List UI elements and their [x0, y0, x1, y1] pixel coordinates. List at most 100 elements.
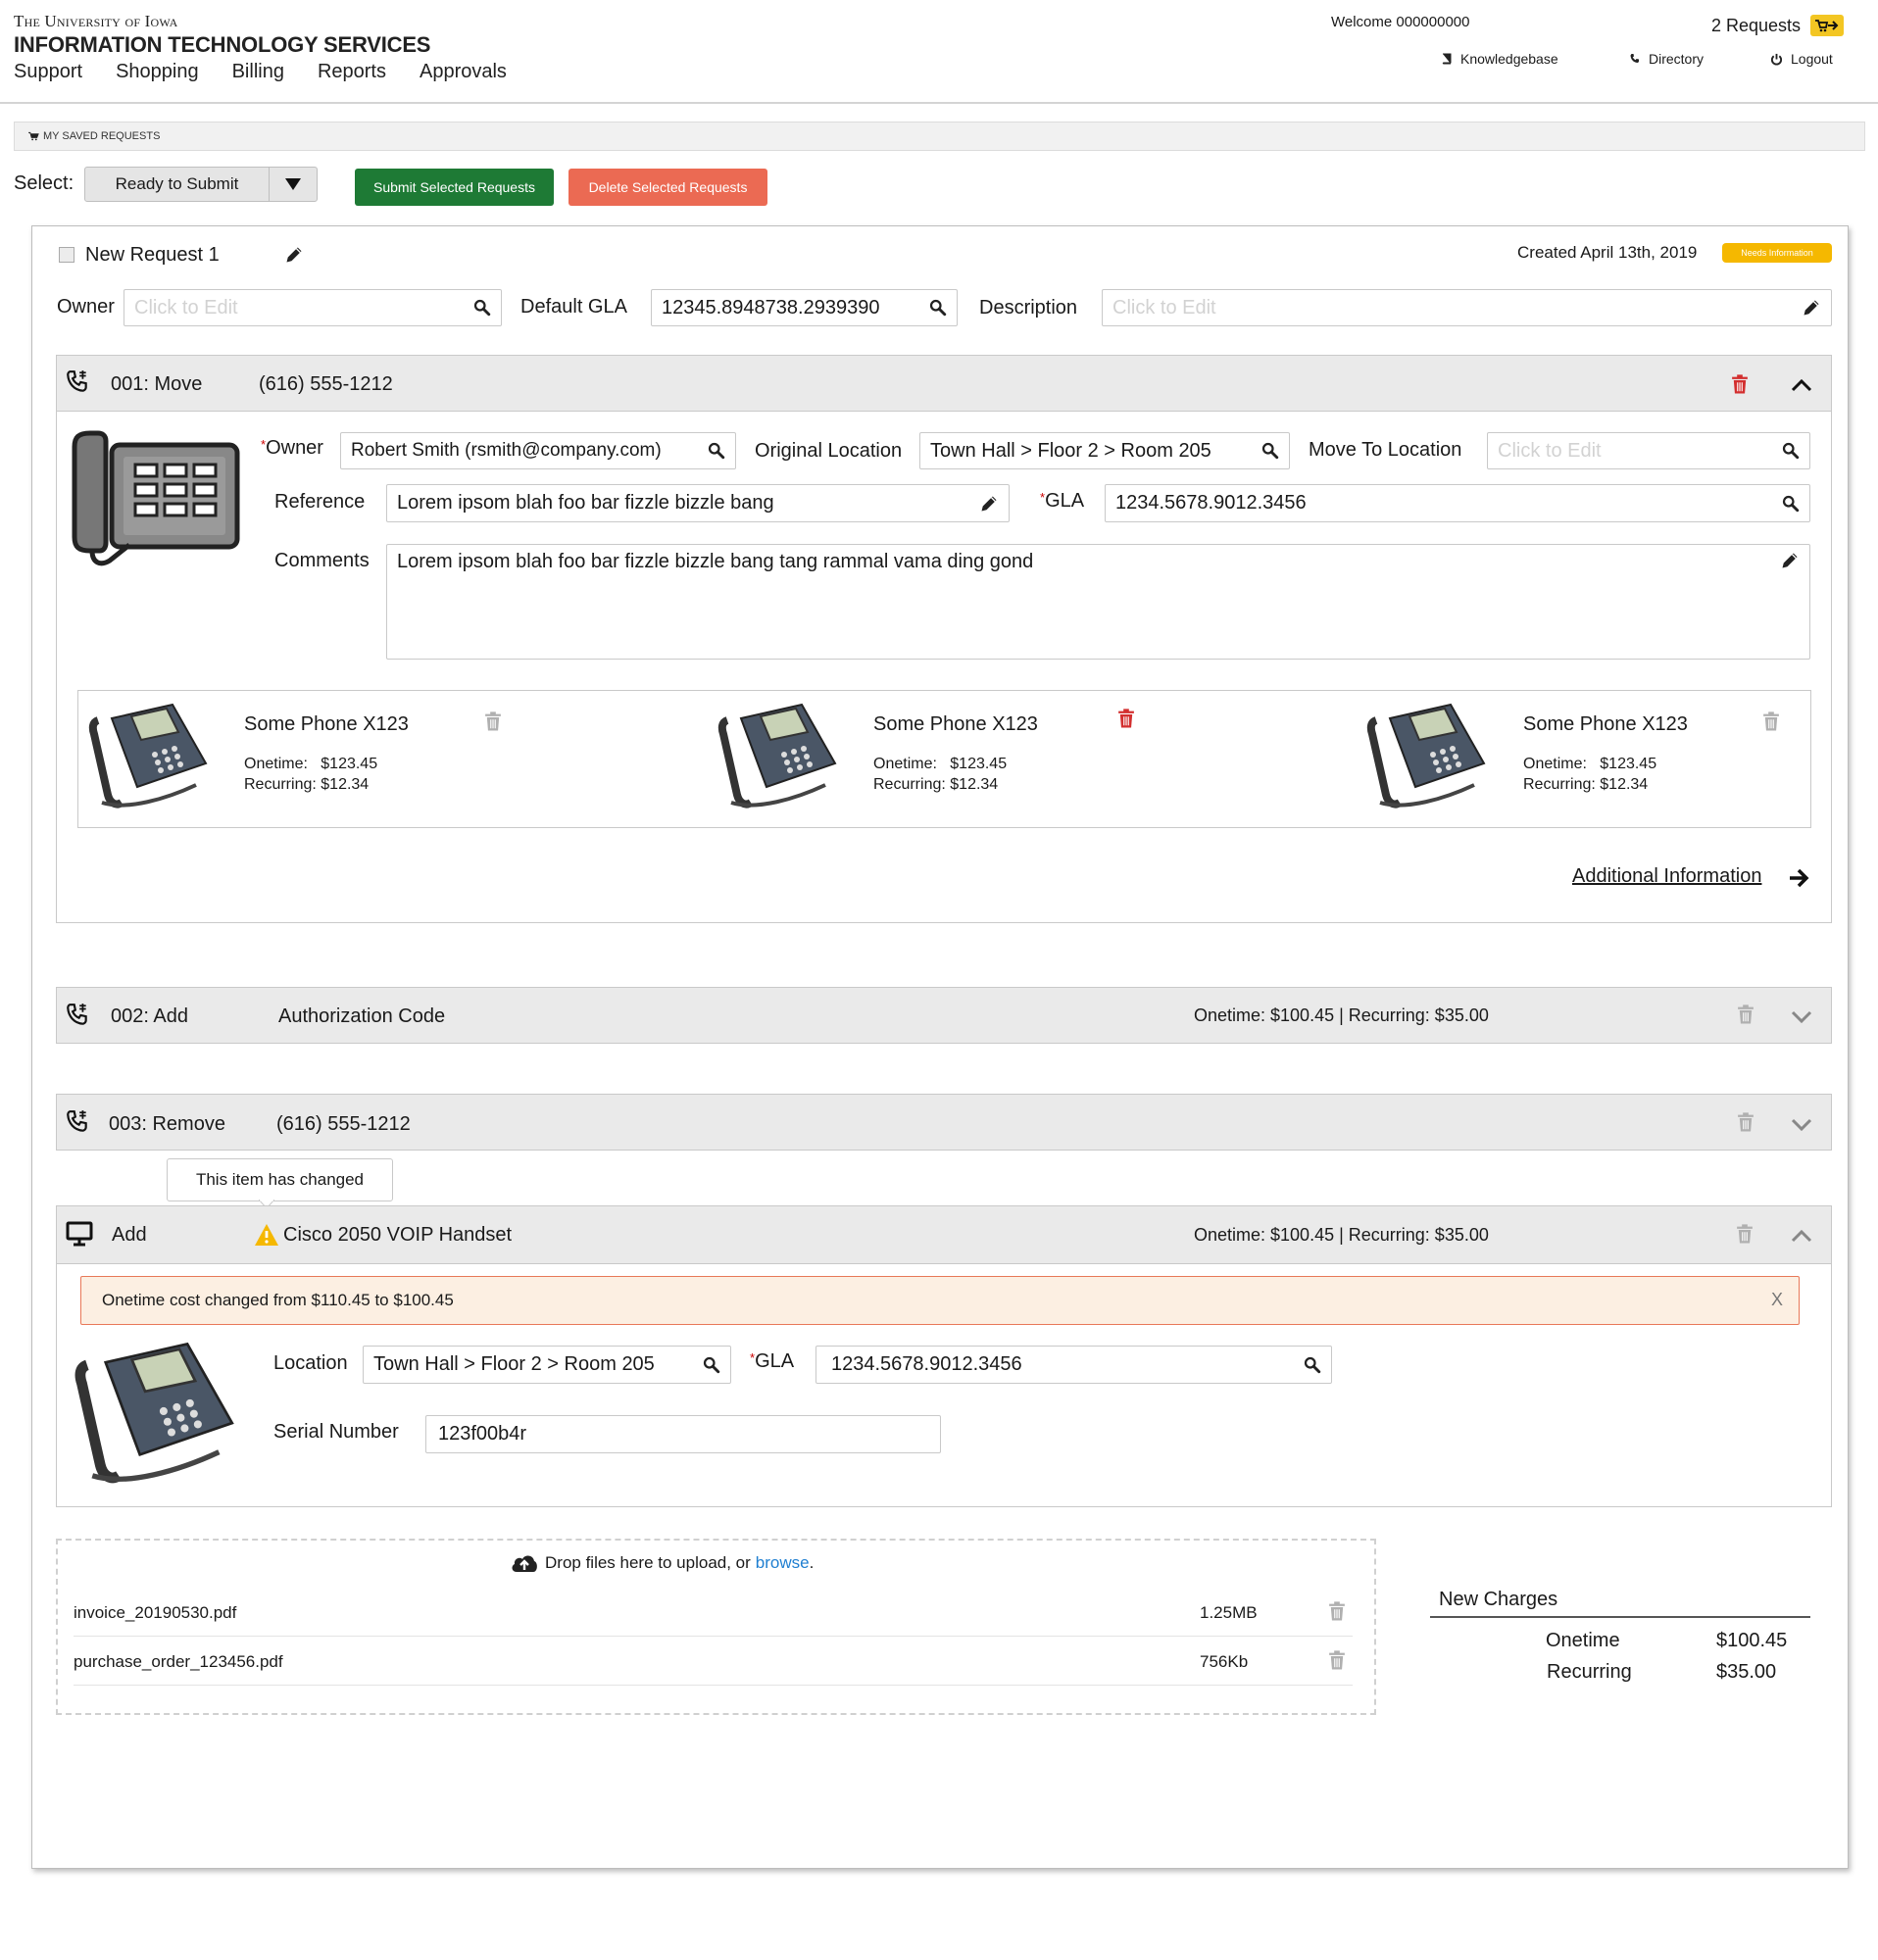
- welcome-text: Welcome 000000000: [1331, 14, 1470, 30]
- edit-title-pencil-icon[interactable]: [284, 245, 304, 265]
- charges-onetime-label: Onetime: [1546, 1630, 1620, 1651]
- search-icon[interactable]: [1261, 442, 1279, 460]
- recurring-value: $12.34: [1600, 776, 1649, 793]
- chevron-down-icon[interactable]: [1791, 1009, 1812, 1025]
- owner-field[interactable]: Click to Edit: [124, 289, 502, 326]
- upload-prompt: Drop files here to upload, or browse.: [510, 1552, 814, 1574]
- phone-card[interactable]: [88, 701, 211, 814]
- nav-approvals[interactable]: Approvals: [420, 61, 507, 83]
- default-gla-field[interactable]: 12345.8948738.2939390: [651, 289, 958, 326]
- alert-close-button[interactable]: X: [1771, 1290, 1783, 1310]
- item-002-code: 002: Add: [111, 1005, 188, 1027]
- file-name[interactable]: invoice_20190530.pdf: [74, 1603, 236, 1623]
- phone-icon: [65, 1003, 90, 1028]
- file-size: 756Kb: [1200, 1652, 1249, 1671]
- trash-icon[interactable]: [1328, 1601, 1346, 1622]
- saved-requests-title: MY SAVED REQUESTS: [43, 130, 161, 142]
- new-charges-title: New Charges: [1439, 1589, 1558, 1610]
- trash-icon[interactable]: [1731, 374, 1749, 395]
- chevron-down-icon[interactable]: [1791, 1117, 1812, 1133]
- search-icon[interactable]: [703, 1356, 720, 1374]
- search-icon[interactable]: [708, 442, 725, 460]
- pencil-icon[interactable]: [1780, 551, 1800, 570]
- status-select-value: Ready to Submit: [85, 168, 270, 201]
- directory-link[interactable]: Directory: [1629, 51, 1704, 67]
- trash-icon[interactable]: [1737, 1004, 1754, 1025]
- onetime-value: $123.45: [321, 756, 378, 772]
- phone-card[interactable]: [1366, 701, 1489, 814]
- trash-icon[interactable]: [1762, 711, 1780, 732]
- select-label: Select:: [14, 172, 74, 194]
- delete-selected-button[interactable]: Delete Selected Requests: [568, 169, 767, 206]
- description-field[interactable]: Click to Edit: [1102, 289, 1832, 326]
- ip-phone-image: [717, 703, 837, 808]
- arrow-right-icon[interactable]: [1788, 867, 1809, 889]
- orig-location-field[interactable]: Town Hall > Floor 2 > Room 205: [919, 432, 1290, 469]
- knowledgebase-link[interactable]: Knowledgebase: [1441, 51, 1558, 67]
- trash-icon[interactable]: [1737, 1112, 1754, 1133]
- charges-divider: [1430, 1616, 1810, 1618]
- trash-icon[interactable]: [484, 711, 502, 732]
- logout-link[interactable]: Logout: [1770, 51, 1833, 67]
- nav-billing[interactable]: Billing: [232, 61, 284, 83]
- move-to-field[interactable]: Click to Edit: [1487, 432, 1810, 469]
- desk-phone-icon: [72, 430, 240, 566]
- ip-phone-image: [1366, 703, 1486, 808]
- additional-information-link[interactable]: Additional Information: [1572, 865, 1761, 888]
- department-name: INFORMATION TECHNOLOGY SERVICES: [14, 32, 431, 57]
- search-icon[interactable]: [1782, 495, 1800, 513]
- chevron-up-icon[interactable]: [1791, 377, 1812, 393]
- serial-field[interactable]: 123f00b4r: [425, 1415, 941, 1453]
- onetime-value: $123.45: [1600, 756, 1657, 772]
- serial-value: 123f00b4r: [438, 1423, 527, 1445]
- warning-icon: [255, 1224, 278, 1246]
- saved-requests-bar: MY SAVED REQUESTS: [14, 122, 1865, 151]
- charges-recurring-label: Recurring: [1547, 1661, 1632, 1683]
- item1-gla-field[interactable]: 1234.5678.9012.3456: [1105, 484, 1810, 522]
- item1-owner-field[interactable]: Robert Smith (rsmith@company.com): [340, 432, 736, 469]
- charges-onetime-value: $100.45: [1716, 1630, 1788, 1651]
- phone-name: Some Phone X123: [873, 713, 1038, 735]
- requests-cart[interactable]: 2 Requests: [1711, 15, 1845, 36]
- university-name: The University of Iowa: [14, 12, 178, 30]
- trash-icon[interactable]: [1736, 1224, 1754, 1245]
- trash-icon[interactable]: [1328, 1650, 1346, 1671]
- search-icon[interactable]: [1304, 1356, 1321, 1374]
- reference-field[interactable]: Lorem ipsom blah foo bar fizzle bizzle b…: [386, 484, 1010, 522]
- item-002-costs: Onetime: $100.45 | Recurring: $35.00: [1194, 1005, 1489, 1025]
- cost-change-alert: Onetime cost changed from $110.45 to $10…: [80, 1276, 1800, 1325]
- cloud-upload-icon: [512, 1555, 537, 1572]
- location-label: Location: [273, 1352, 348, 1374]
- chevron-up-icon[interactable]: [1791, 1228, 1812, 1244]
- location-value: Town Hall > Floor 2 > Room 205: [373, 1353, 655, 1375]
- trash-icon[interactable]: [1117, 709, 1135, 729]
- browse-link[interactable]: browse: [756, 1553, 810, 1573]
- default-gla-label: Default GLA: [520, 296, 627, 318]
- status-badge: Needs Information: [1722, 243, 1832, 263]
- nav-shopping[interactable]: Shopping: [116, 61, 199, 83]
- pencil-icon[interactable]: [1802, 298, 1821, 318]
- pencil-icon[interactable]: [979, 494, 999, 514]
- location-field[interactable]: Town Hall > Floor 2 > Room 205: [363, 1346, 731, 1384]
- phone-card[interactable]: [717, 701, 840, 814]
- book-icon: [1442, 53, 1452, 65]
- orig-location-label: Original Location: [755, 440, 903, 462]
- item4-gla-field[interactable]: 1234.5678.9012.3456: [815, 1346, 1332, 1384]
- phone-icon: [65, 1109, 90, 1135]
- item-003-code: 003: Remove: [109, 1113, 225, 1135]
- status-select[interactable]: Ready to Submit: [84, 167, 318, 202]
- submit-selected-button[interactable]: Submit Selected Requests: [355, 169, 554, 206]
- search-icon[interactable]: [1782, 442, 1800, 460]
- search-icon[interactable]: [929, 299, 947, 317]
- file-name[interactable]: purchase_order_123456.pdf: [74, 1652, 283, 1672]
- request-checkbox[interactable]: [59, 247, 74, 263]
- orig-location-value: Town Hall > Floor 2 > Room 205: [930, 439, 1211, 462]
- nav-support[interactable]: Support: [14, 61, 82, 83]
- comments-value: Lorem ipsom blah foo bar fizzle bizzle b…: [397, 551, 1034, 572]
- ip-phone-image: [74, 1342, 234, 1484]
- comments-field[interactable]: Lorem ipsom blah foo bar fizzle bizzle b…: [386, 544, 1810, 660]
- caret-down-icon: [270, 168, 317, 201]
- search-icon[interactable]: [473, 299, 491, 317]
- owner-placeholder: Click to Edit: [134, 296, 238, 318]
- nav-reports[interactable]: Reports: [318, 61, 386, 83]
